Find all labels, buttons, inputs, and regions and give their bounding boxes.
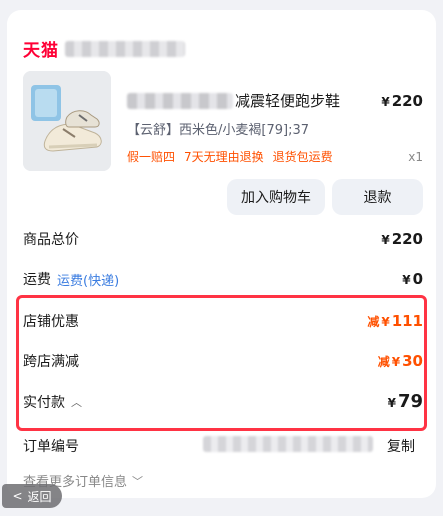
product-sku: 【云舒】西米色/小麦褐[79];37 [127,123,309,138]
shipping-method: 运费(快递) [57,273,120,289]
shipping-row: 运费 运费(快递) ¥0 [23,269,423,289]
refund-button[interactable]: 退款 [332,179,423,215]
product-thumbnail[interactable] [23,71,111,171]
add-to-cart-button[interactable]: 加入购物车 [227,179,325,215]
order-number-row: 订单编号 [23,436,79,456]
product-price: ¥220 [381,91,423,110]
tmall-logo: 天猫 [23,41,59,61]
paid-label: 实付款 [23,394,65,411]
promo-tag: 7天无理由退换 [184,150,264,164]
quantity: x1 [408,149,423,164]
paid-row[interactable]: 实付款 ︿ ¥79 [23,391,423,412]
cross-store-value: 减 ¥30 [377,352,423,370]
product-title-redacted [127,92,233,109]
cross-store-label: 跨店满减 [23,354,79,370]
shipping-label: 运费 [23,272,51,288]
subtotal-value: ¥220 [381,230,423,248]
product-title-row[interactable]: 减震轻便跑步鞋 ¥220 [127,90,423,111]
order-number-label: 订单编号 [23,439,79,455]
subtotal-label: 商品总价 [23,232,79,248]
store-name-redacted [65,40,185,57]
chevron-up-icon[interactable]: ︿ [71,394,82,410]
store-discount-row: 店铺优惠 减 ¥111 [23,311,423,331]
back-label: 返回 [27,489,52,504]
store-discount-value: 减 ¥111 [367,312,423,330]
shipping-value: ¥0 [402,270,423,288]
copy-button[interactable]: 复制 [387,436,415,456]
order-card: 天猫 减震轻便跑步鞋 ¥220 【云舒】西米色/小麦褐[79];37 假一赔四 … [7,10,436,498]
chevron-left-icon: < [12,489,23,503]
chevron-down-icon: ﹀ [132,474,144,488]
shoe-image [23,71,111,171]
cross-store-discount-row: 跨店满减 减 ¥30 [23,351,423,371]
paid-value: ¥79 [387,391,423,412]
subtotal-row: 商品总价 ¥220 [23,229,423,249]
store-discount-label: 店铺优惠 [23,314,79,330]
promo-row: 假一赔四 7天无理由退换 退货包运费 x1 [127,148,423,165]
back-button[interactable]: < 返回 [2,484,62,508]
promo-tag: 假一赔四 [127,150,176,164]
order-number-redacted [203,436,373,452]
store-header[interactable]: 天猫 [23,36,185,61]
product-title: 减震轻便跑步鞋 [235,92,341,110]
promo-tag: 退货包运费 [272,150,333,164]
